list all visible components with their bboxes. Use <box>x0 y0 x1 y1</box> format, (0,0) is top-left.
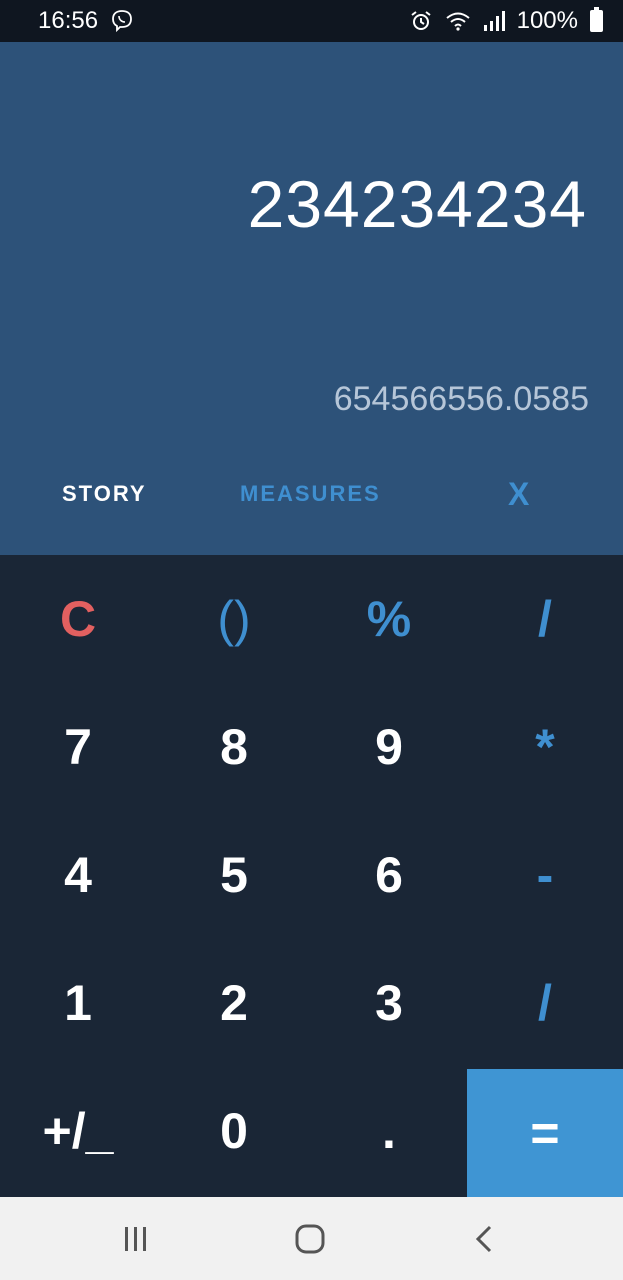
digit-3-button[interactable]: 3 <box>311 939 467 1067</box>
tab-measures[interactable]: MEASURES <box>240 481 381 507</box>
divide-button[interactable]: / <box>467 555 623 683</box>
battery-icon <box>590 7 603 32</box>
digit-7-button[interactable]: 7 <box>0 683 156 811</box>
digit-4-button[interactable]: 4 <box>0 811 156 939</box>
tab-story[interactable]: STORY <box>62 481 147 507</box>
status-right: 100% <box>409 7 603 35</box>
digit-2-button[interactable]: 2 <box>156 939 312 1067</box>
digit-0-button[interactable]: 0 <box>156 1067 312 1195</box>
equals-button[interactable]: = <box>467 1069 623 1197</box>
system-nav-bar <box>0 1197 623 1280</box>
plus-minus-button[interactable]: +/_ <box>0 1067 156 1195</box>
viber-icon <box>110 9 134 33</box>
calculator-display: 234234234 654566556.0585 STORY MEASURES … <box>0 42 623 555</box>
subtract-button[interactable]: - <box>467 811 623 939</box>
battery-percentage: 100% <box>516 7 578 34</box>
parentheses-button[interactable]: () <box>156 555 312 683</box>
digit-1-button[interactable]: 1 <box>0 939 156 1067</box>
decimal-button[interactable]: . <box>311 1067 467 1195</box>
digit-8-button[interactable]: 8 <box>156 683 312 811</box>
status-time: 16:56 <box>38 7 99 34</box>
digit-9-button[interactable]: 9 <box>311 683 467 811</box>
multiply-button[interactable]: * <box>467 683 623 811</box>
result-display: 654566556.0585 <box>333 380 589 418</box>
keypad: C () % / 7 8 9 * 4 5 6 - 1 2 3 / +/_ 0 .… <box>0 555 623 1197</box>
clear-button[interactable]: C <box>0 555 156 683</box>
close-button[interactable]: X <box>508 476 529 513</box>
status-bar: 16:56 100% <box>0 0 623 42</box>
alarm-icon <box>409 9 433 33</box>
digit-5-button[interactable]: 5 <box>156 811 312 939</box>
status-left: 16:56 <box>38 7 134 35</box>
display-tabs: STORY MEASURES X <box>0 470 623 518</box>
percent-button[interactable]: % <box>311 555 467 683</box>
digit-6-button[interactable]: 6 <box>311 811 467 939</box>
wifi-icon <box>445 10 471 32</box>
signal-icon <box>483 10 505 32</box>
back-icon[interactable] <box>464 1219 504 1259</box>
divide-button-secondary[interactable]: / <box>467 939 623 1067</box>
expression-display: 234234234 <box>247 167 587 241</box>
recent-apps-icon[interactable] <box>116 1219 156 1259</box>
home-icon[interactable] <box>290 1219 330 1259</box>
